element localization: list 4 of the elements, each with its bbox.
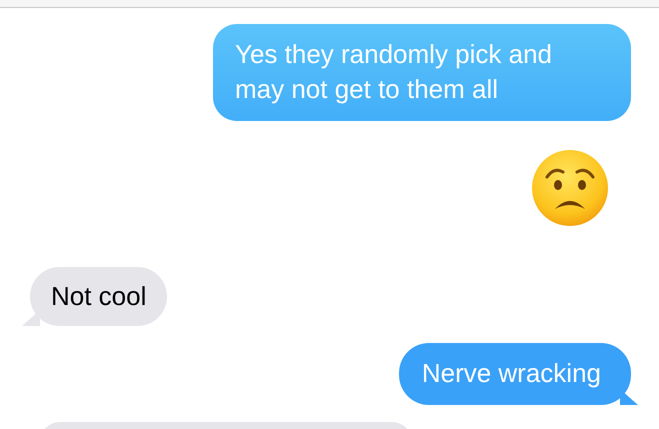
sent-message: Yes they randomly pick and may not get to them all — [213, 24, 631, 121]
sent-message: Nerve wracking — [398, 343, 631, 405]
worried-face-icon — [531, 149, 609, 227]
received-message: Not cool — [30, 267, 168, 326]
